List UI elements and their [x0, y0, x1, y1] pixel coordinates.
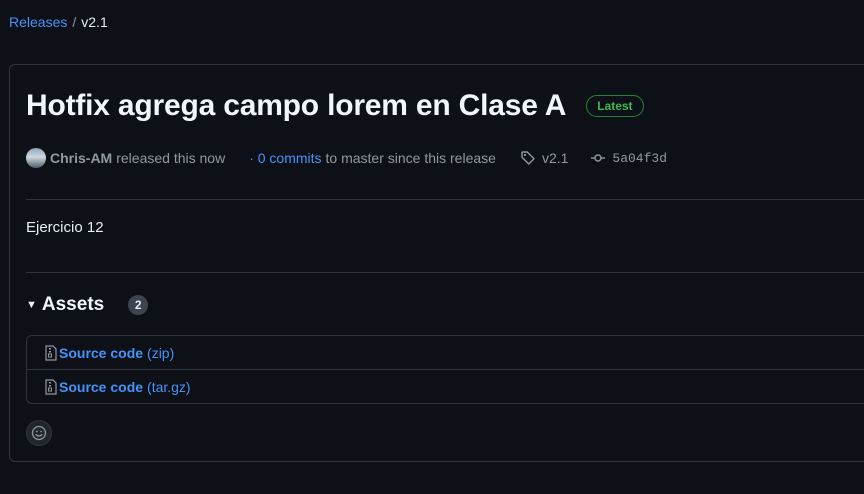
latest-badge: Latest: [586, 95, 644, 117]
commit-sha-link[interactable]: 5a04f3d: [612, 151, 667, 166]
release-title-row: Hotfix agrega campo lorem en Clase A Lat…: [26, 87, 644, 125]
commits-text: to master since this release: [325, 150, 496, 166]
tag-link[interactable]: v2.1: [542, 150, 568, 166]
avatar[interactable]: [26, 148, 46, 168]
assets-count-badge: 2: [128, 295, 149, 315]
asset-name-link[interactable]: Source code: [59, 379, 143, 395]
asset-ext[interactable]: (tar.gz): [147, 379, 191, 395]
caret-down-icon: ▼: [26, 299, 37, 311]
asset-name-link[interactable]: Source code: [59, 345, 143, 361]
release-notes: Ejercicio 12: [26, 219, 104, 236]
asset-row[interactable]: Source code (zip): [27, 336, 864, 369]
smiley-icon: [31, 425, 47, 441]
release-card: Hotfix agrega campo lorem en Clase A Lat…: [9, 64, 864, 462]
add-reaction-button[interactable]: [26, 420, 52, 446]
release-meta: Chris-AM released this now · 0 commits t…: [26, 147, 667, 169]
divider: [26, 272, 864, 273]
file-zip-icon: [44, 378, 58, 395]
breadcrumb: Releases / v2.1: [9, 13, 108, 31]
assets-list: Source code (zip) Source code (tar.gz): [26, 335, 864, 404]
commit-icon: [590, 150, 606, 166]
released-text: released this now: [116, 150, 226, 166]
assets-title: Assets: [41, 294, 105, 315]
breadcrumb-releases-link[interactable]: Releases: [9, 14, 67, 30]
breadcrumb-current: v2.1: [81, 14, 108, 30]
breadcrumb-separator: /: [72, 14, 77, 30]
asset-ext[interactable]: (zip): [147, 345, 174, 361]
divider: [26, 199, 864, 200]
asset-row[interactable]: Source code (tar.gz): [27, 369, 864, 403]
assets-toggle[interactable]: ▼ Assets 2: [26, 294, 149, 316]
file-zip-icon: [44, 344, 58, 361]
commits-link[interactable]: · 0 commits: [249, 150, 321, 166]
tag-icon: [520, 150, 536, 166]
author-link[interactable]: Chris-AM: [50, 150, 112, 166]
release-title[interactable]: Hotfix agrega campo lorem en Clase A: [26, 87, 566, 125]
